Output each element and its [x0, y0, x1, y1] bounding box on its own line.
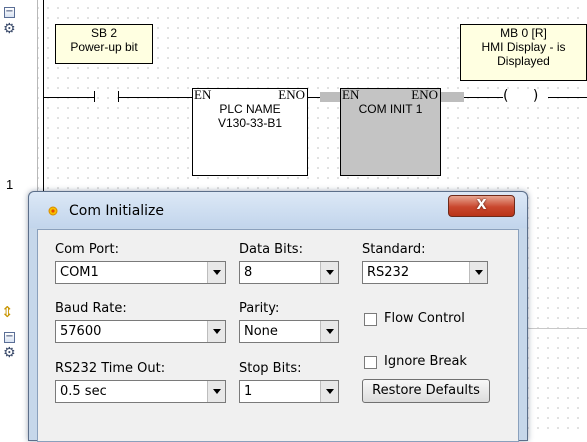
contact-comment-line1: SB 2	[90, 26, 117, 40]
timeout-select[interactable]: 0.5 sec	[55, 380, 226, 403]
plc-name-line2: V130-33-B1	[217, 116, 283, 130]
contact-left-bar	[94, 91, 95, 102]
standard-label: Standard:	[362, 242, 426, 257]
timeout-label: RS232 Time Out:	[55, 361, 166, 376]
com-port-label: Com Port:	[55, 242, 119, 257]
rung-wire-1	[44, 97, 94, 98]
rung-edit-icon[interactable]: ⚙	[3, 22, 16, 36]
com-init-line1: COM INIT 1	[358, 102, 423, 116]
close-button[interactable]: X	[448, 195, 515, 217]
chevron-down-icon[interactable]	[207, 381, 225, 402]
output-coil[interactable]: ( )	[503, 89, 549, 103]
flow-control-label: Flow Control	[384, 311, 465, 326]
chevron-down-icon[interactable]	[469, 262, 487, 283]
chevron-down-icon[interactable]	[320, 321, 338, 342]
dialog-titlebar[interactable]: Com Initialize X	[29, 192, 527, 228]
com-port-select[interactable]: COM1	[55, 261, 226, 284]
rung-edit-icon-2[interactable]: ⚙	[3, 346, 16, 360]
parity-value: None	[244, 324, 278, 339]
dialog-title: Com Initialize	[69, 203, 165, 219]
coil-comment-line2: HMI Display - is	[481, 40, 566, 54]
com-init-en-pin: EN	[342, 87, 360, 102]
plc-name-block[interactable]: EN ENO PLC NAME V130-33-B1	[192, 88, 308, 176]
expand-arrows-icon[interactable]: ⇕	[1, 305, 14, 320]
restore-defaults-button[interactable]: Restore Defaults	[362, 379, 490, 403]
ignore-break-checkbox[interactable]	[364, 356, 377, 369]
dialog-client: Com Port: COM1 Baud Rate: 57600 RS232 Ti…	[37, 229, 519, 442]
collapse-icon-2[interactable]: −	[4, 332, 15, 343]
contact-comment[interactable]: SB 2 Power-up bit	[55, 24, 153, 64]
rung-number: 1	[6, 177, 14, 192]
chevron-down-icon[interactable]	[207, 262, 225, 283]
flow-control-checkbox[interactable]	[364, 313, 377, 326]
plc-name-line1: PLC NAME	[219, 102, 281, 116]
stop-bits-label: Stop Bits:	[239, 361, 302, 376]
data-bits-select[interactable]: 8	[239, 261, 339, 284]
chevron-down-icon[interactable]	[320, 262, 338, 283]
rung-wire-2	[119, 97, 192, 98]
chevron-down-icon[interactable]	[207, 321, 225, 342]
coil-comment-line3: Displayed	[497, 54, 550, 68]
baud-rate-value: 57600	[60, 324, 102, 339]
coil-comment[interactable]: MB 0 [R] HMI Display - is Displayed	[460, 24, 587, 81]
contact-comment-line2: Power-up bit	[70, 40, 138, 54]
plc-name-eno-pin: ENO	[278, 87, 305, 102]
parity-select[interactable]: None	[239, 320, 339, 343]
timeout-value: 0.5 sec	[60, 384, 107, 399]
stop-bits-value: 1	[244, 384, 253, 399]
chevron-down-icon[interactable]	[320, 381, 338, 402]
com-initialize-dialog[interactable]: Com Initialize X Com Port: COM1 Baud Rat…	[28, 191, 528, 442]
collapse-icon[interactable]: −	[4, 7, 15, 18]
baud-rate-label: Baud Rate:	[55, 301, 127, 316]
data-bits-value: 8	[244, 265, 253, 280]
data-bits-label: Data Bits:	[239, 242, 303, 257]
stop-bits-select[interactable]: 1	[239, 380, 339, 403]
com-init-eno-pin: ENO	[411, 87, 438, 102]
plc-name-en-pin: EN	[194, 87, 212, 102]
ignore-break-label: Ignore Break	[384, 354, 467, 369]
baud-rate-select[interactable]: 57600	[55, 320, 226, 343]
parity-label: Parity:	[239, 301, 280, 316]
com-init-block[interactable]: EN ENO COM INIT 1	[340, 88, 441, 176]
com-port-value: COM1	[60, 265, 99, 280]
standard-select[interactable]: RS232	[362, 261, 488, 284]
standard-value: RS232	[367, 265, 410, 280]
sun-icon	[48, 206, 58, 216]
coil-comment-line1: MB 0 [R]	[500, 26, 547, 40]
